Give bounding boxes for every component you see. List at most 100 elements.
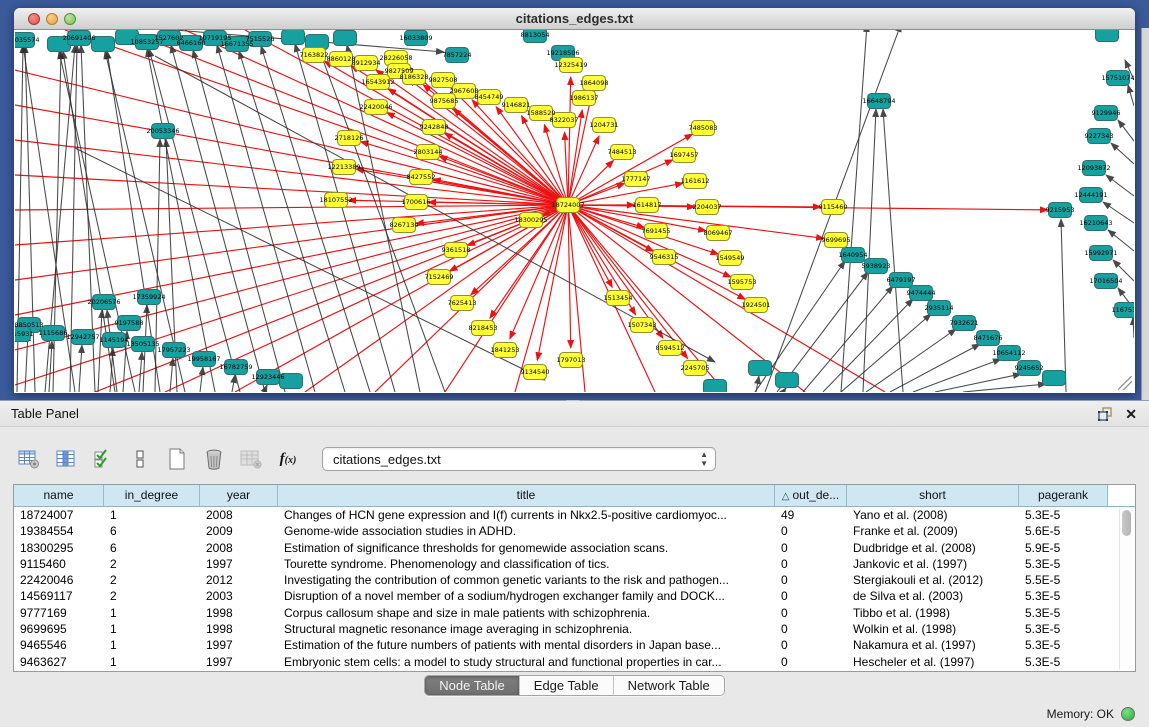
table-cell[interactable]: Stergiakouli et al. (2012): [847, 572, 1019, 588]
table-cell[interactable]: 0: [775, 621, 847, 637]
table-cell[interactable]: 2009: [200, 523, 278, 539]
table-cell[interactable]: 0: [775, 637, 847, 653]
table-cell[interactable]: 6: [104, 540, 200, 556]
float-panel-icon[interactable]: [1097, 406, 1113, 422]
table-row[interactable]: 946554611997Estimation of the future num…: [14, 637, 1135, 653]
table-cell[interactable]: Changes of HCN gene expression and I(f) …: [278, 507, 775, 523]
tab-network-table[interactable]: Network Table: [613, 676, 724, 695]
column-header-pagerank[interactable]: pagerank: [1019, 485, 1108, 506]
table-cell[interactable]: 9463627: [14, 654, 104, 670]
close-panel-icon[interactable]: ✕: [1125, 401, 1137, 427]
table-cell[interactable]: Tourette syndrome. Phenomenology and cla…: [278, 556, 775, 572]
table-cell[interactable]: 0: [775, 540, 847, 556]
graph-node[interactable]: [334, 31, 357, 46]
table-cell[interactable]: Disruption of a novel member of a sodium…: [278, 588, 775, 604]
table-cell[interactable]: 1997: [200, 654, 278, 670]
tab-edge-table[interactable]: Edge Table: [519, 676, 613, 695]
table-cell[interactable]: 49: [775, 507, 847, 523]
network-canvas[interactable]: 2403557420691406108532571527602646616010…: [15, 30, 1134, 392]
table-cell[interactable]: Corpus callosum shape and size in male p…: [278, 605, 775, 621]
table-cell[interactable]: Nakamura et al. (1997): [847, 637, 1019, 653]
table-cell[interactable]: 1: [104, 654, 200, 670]
table-cell[interactable]: 19384554: [14, 523, 104, 539]
table-cell[interactable]: 5.3E-5: [1019, 588, 1108, 604]
table-cell[interactable]: 2008: [200, 540, 278, 556]
table-cell[interactable]: Embryonic stem cells: a model to study s…: [278, 654, 775, 670]
table-cell[interactable]: 2: [104, 572, 200, 588]
resize-grip-icon[interactable]: [1118, 376, 1132, 390]
table-cell[interactable]: 0: [775, 654, 847, 670]
table-cell[interactable]: 5.3E-5: [1019, 654, 1108, 670]
table-cell[interactable]: 9465546: [14, 637, 104, 653]
table-cell[interactable]: Investigating the contribution of common…: [278, 572, 775, 588]
tab-node-table[interactable]: Node Table: [425, 676, 519, 695]
graph-node[interactable]: [282, 30, 305, 45]
graph-node[interactable]: [1096, 30, 1119, 42]
table-row[interactable]: 911546021997Tourette syndrome. Phenomeno…: [14, 556, 1135, 572]
table-cell[interactable]: 5.3E-5: [1019, 605, 1108, 621]
table-cell[interactable]: 1998: [200, 605, 278, 621]
table-cell[interactable]: 0: [775, 588, 847, 604]
graph-node[interactable]: [704, 380, 727, 393]
table-cell[interactable]: Dudbridge et al. (2008): [847, 540, 1019, 556]
network-window[interactable]: citations_edges.txt 24035574206914061085…: [14, 8, 1135, 393]
table-cell[interactable]: 9699695: [14, 621, 104, 637]
table-cell[interactable]: Hescheler et al. (1997): [847, 654, 1019, 670]
table-cell[interactable]: 2008: [200, 507, 278, 523]
scrollbar-thumb[interactable]: [1122, 510, 1131, 536]
table-cell[interactable]: 5.5E-5: [1019, 572, 1108, 588]
table-cell[interactable]: 1998: [200, 621, 278, 637]
table-row[interactable]: 977716911998Corpus callosum shape and si…: [14, 605, 1135, 621]
table-cell[interactable]: 1: [104, 605, 200, 621]
table-cell[interactable]: 0: [775, 572, 847, 588]
table-selector-dropdown[interactable]: citations_edges.txt ▲▼: [322, 447, 716, 471]
table-cell[interactable]: Yano et al. (2008): [847, 507, 1019, 523]
table-cell[interactable]: Wolkin et al. (1998): [847, 621, 1019, 637]
table-cell[interactable]: 5.3E-5: [1019, 621, 1108, 637]
graph-node[interactable]: [1043, 371, 1066, 386]
table-row[interactable]: 1872400712008Changes of HCN gene express…: [14, 507, 1135, 523]
table-cell[interactable]: Estimation of significance thresholds fo…: [278, 540, 775, 556]
table-cell[interactable]: Structural magnetic resonance image aver…: [278, 621, 775, 637]
table-cell[interactable]: 9115460: [14, 556, 104, 572]
table-cell[interactable]: Jankovic et al. (1997): [847, 556, 1019, 572]
table-cell[interactable]: 5.3E-5: [1019, 556, 1108, 572]
table-cell[interactable]: 2: [104, 588, 200, 604]
graph-node[interactable]: [749, 361, 772, 376]
import-table-button[interactable]: [238, 446, 264, 472]
table-cell[interactable]: 1997: [200, 637, 278, 653]
table-cell[interactable]: 18724007: [14, 507, 104, 523]
table-cell[interactable]: 2003: [200, 588, 278, 604]
show-columns-button[interactable]: [53, 446, 79, 472]
column-header-year[interactable]: year: [200, 485, 278, 506]
table-cell[interactable]: 9777169: [14, 605, 104, 621]
table-cell[interactable]: 5.6E-5: [1019, 523, 1108, 539]
row-height-button[interactable]: [127, 446, 153, 472]
delete-table-button[interactable]: [201, 446, 227, 472]
network-window-titlebar[interactable]: citations_edges.txt: [14, 8, 1135, 30]
table-cell[interactable]: 0: [775, 605, 847, 621]
table-cell[interactable]: 0: [775, 556, 847, 572]
column-header-in_degree[interactable]: in_degree: [104, 485, 200, 506]
table-cell[interactable]: 14569117: [14, 588, 104, 604]
table-cell[interactable]: 1: [104, 621, 200, 637]
select-columns-button[interactable]: [90, 446, 116, 472]
column-header-short[interactable]: short: [847, 485, 1019, 506]
table-cell[interactable]: 6: [104, 523, 200, 539]
table-cell[interactable]: 22420046: [14, 572, 104, 588]
table-cell[interactable]: 0: [775, 523, 847, 539]
table-cell[interactable]: 5.3E-5: [1019, 637, 1108, 653]
table-scrollbar[interactable]: [1119, 509, 1132, 669]
table-cell[interactable]: Tibbo et al. (1998): [847, 605, 1019, 621]
citation-network-graph[interactable]: 2403557420691406108532571527602646616010…: [15, 30, 1134, 392]
table-cell[interactable]: Franke et al. (2009): [847, 523, 1019, 539]
table-row[interactable]: 1938455462009Genome-wide association stu…: [14, 523, 1135, 539]
table-row[interactable]: 1456911722003Disruption of a novel membe…: [14, 588, 1135, 604]
table-cell[interactable]: 5.3E-5: [1019, 507, 1108, 523]
create-table-button[interactable]: [164, 446, 190, 472]
column-header-name[interactable]: name: [14, 485, 104, 506]
table-cell[interactable]: 2: [104, 556, 200, 572]
graph-node[interactable]: [776, 373, 799, 388]
table-cell[interactable]: Estimation of the future numbers of pati…: [278, 637, 775, 653]
table-cell[interactable]: 5.9E-5: [1019, 540, 1108, 556]
